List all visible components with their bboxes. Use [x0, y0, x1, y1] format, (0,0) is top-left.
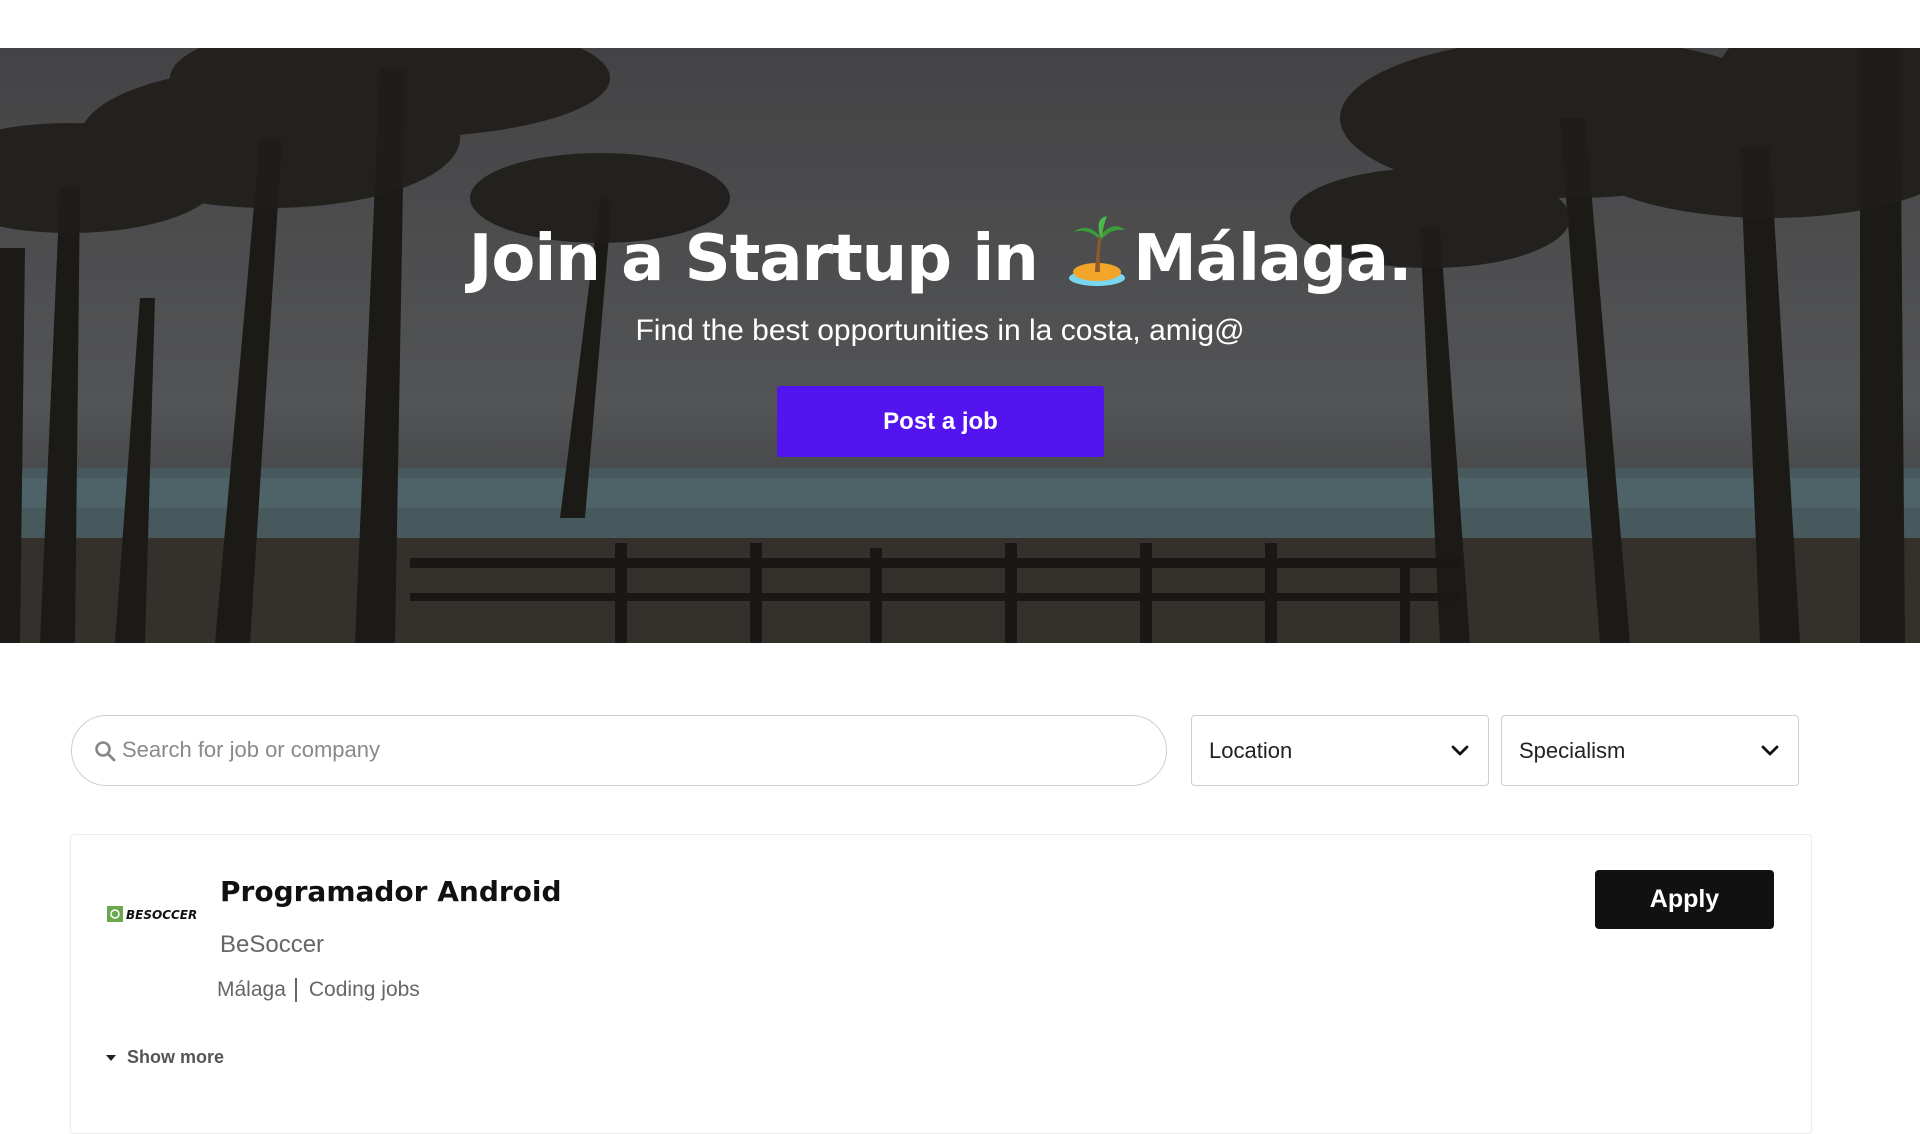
job-card[interactable]: BESOCCER Programador Android BeSoccer Má…	[70, 834, 1812, 1134]
show-more-label: Show more	[127, 1047, 225, 1067]
top-bar	[0, 0, 1920, 48]
search-bar[interactable]	[71, 715, 1167, 786]
hero-banner: Join a Startup in Málaga. Find the best …	[0, 48, 1920, 643]
job-title[interactable]: Programador Android	[220, 875, 562, 908]
specialism-dropdown-label: Specialism	[1519, 738, 1626, 763]
show-more-toggle[interactable]: Show more	[105, 1047, 224, 1068]
post-job-button[interactable]: Post a job	[777, 386, 1104, 457]
job-category: Coding jobs	[308, 978, 420, 1001]
company-name: BeSoccer	[220, 931, 325, 958]
palm-island-icon	[1069, 216, 1126, 286]
search-input[interactable]	[120, 716, 1140, 784]
job-meta: Málaga Coding jobs	[217, 978, 420, 1002]
specialism-dropdown[interactable]: Specialism	[1501, 715, 1799, 786]
search-icon	[95, 741, 116, 762]
chevron-down-icon	[1451, 745, 1469, 756]
meta-divider	[294, 978, 297, 1002]
location-dropdown[interactable]: Location	[1191, 715, 1489, 786]
hero-title-city: Málaga.	[1133, 222, 1412, 296]
company-logo-text: BESOCCER	[126, 908, 197, 922]
chevron-down-icon	[1761, 745, 1779, 756]
hero-title-text: Join a Startup in	[468, 222, 1060, 296]
hero-subtitle: Find the best opportunities in la costa,…	[635, 314, 1245, 347]
company-logo: BESOCCER	[107, 906, 197, 922]
apply-button[interactable]: Apply	[1595, 870, 1774, 929]
caret-down-icon	[106, 1054, 116, 1061]
hero-title: Join a Startup in Málaga.	[0, 216, 1880, 296]
job-location: Málaga	[217, 978, 286, 1001]
location-dropdown-label: Location	[1209, 738, 1293, 763]
